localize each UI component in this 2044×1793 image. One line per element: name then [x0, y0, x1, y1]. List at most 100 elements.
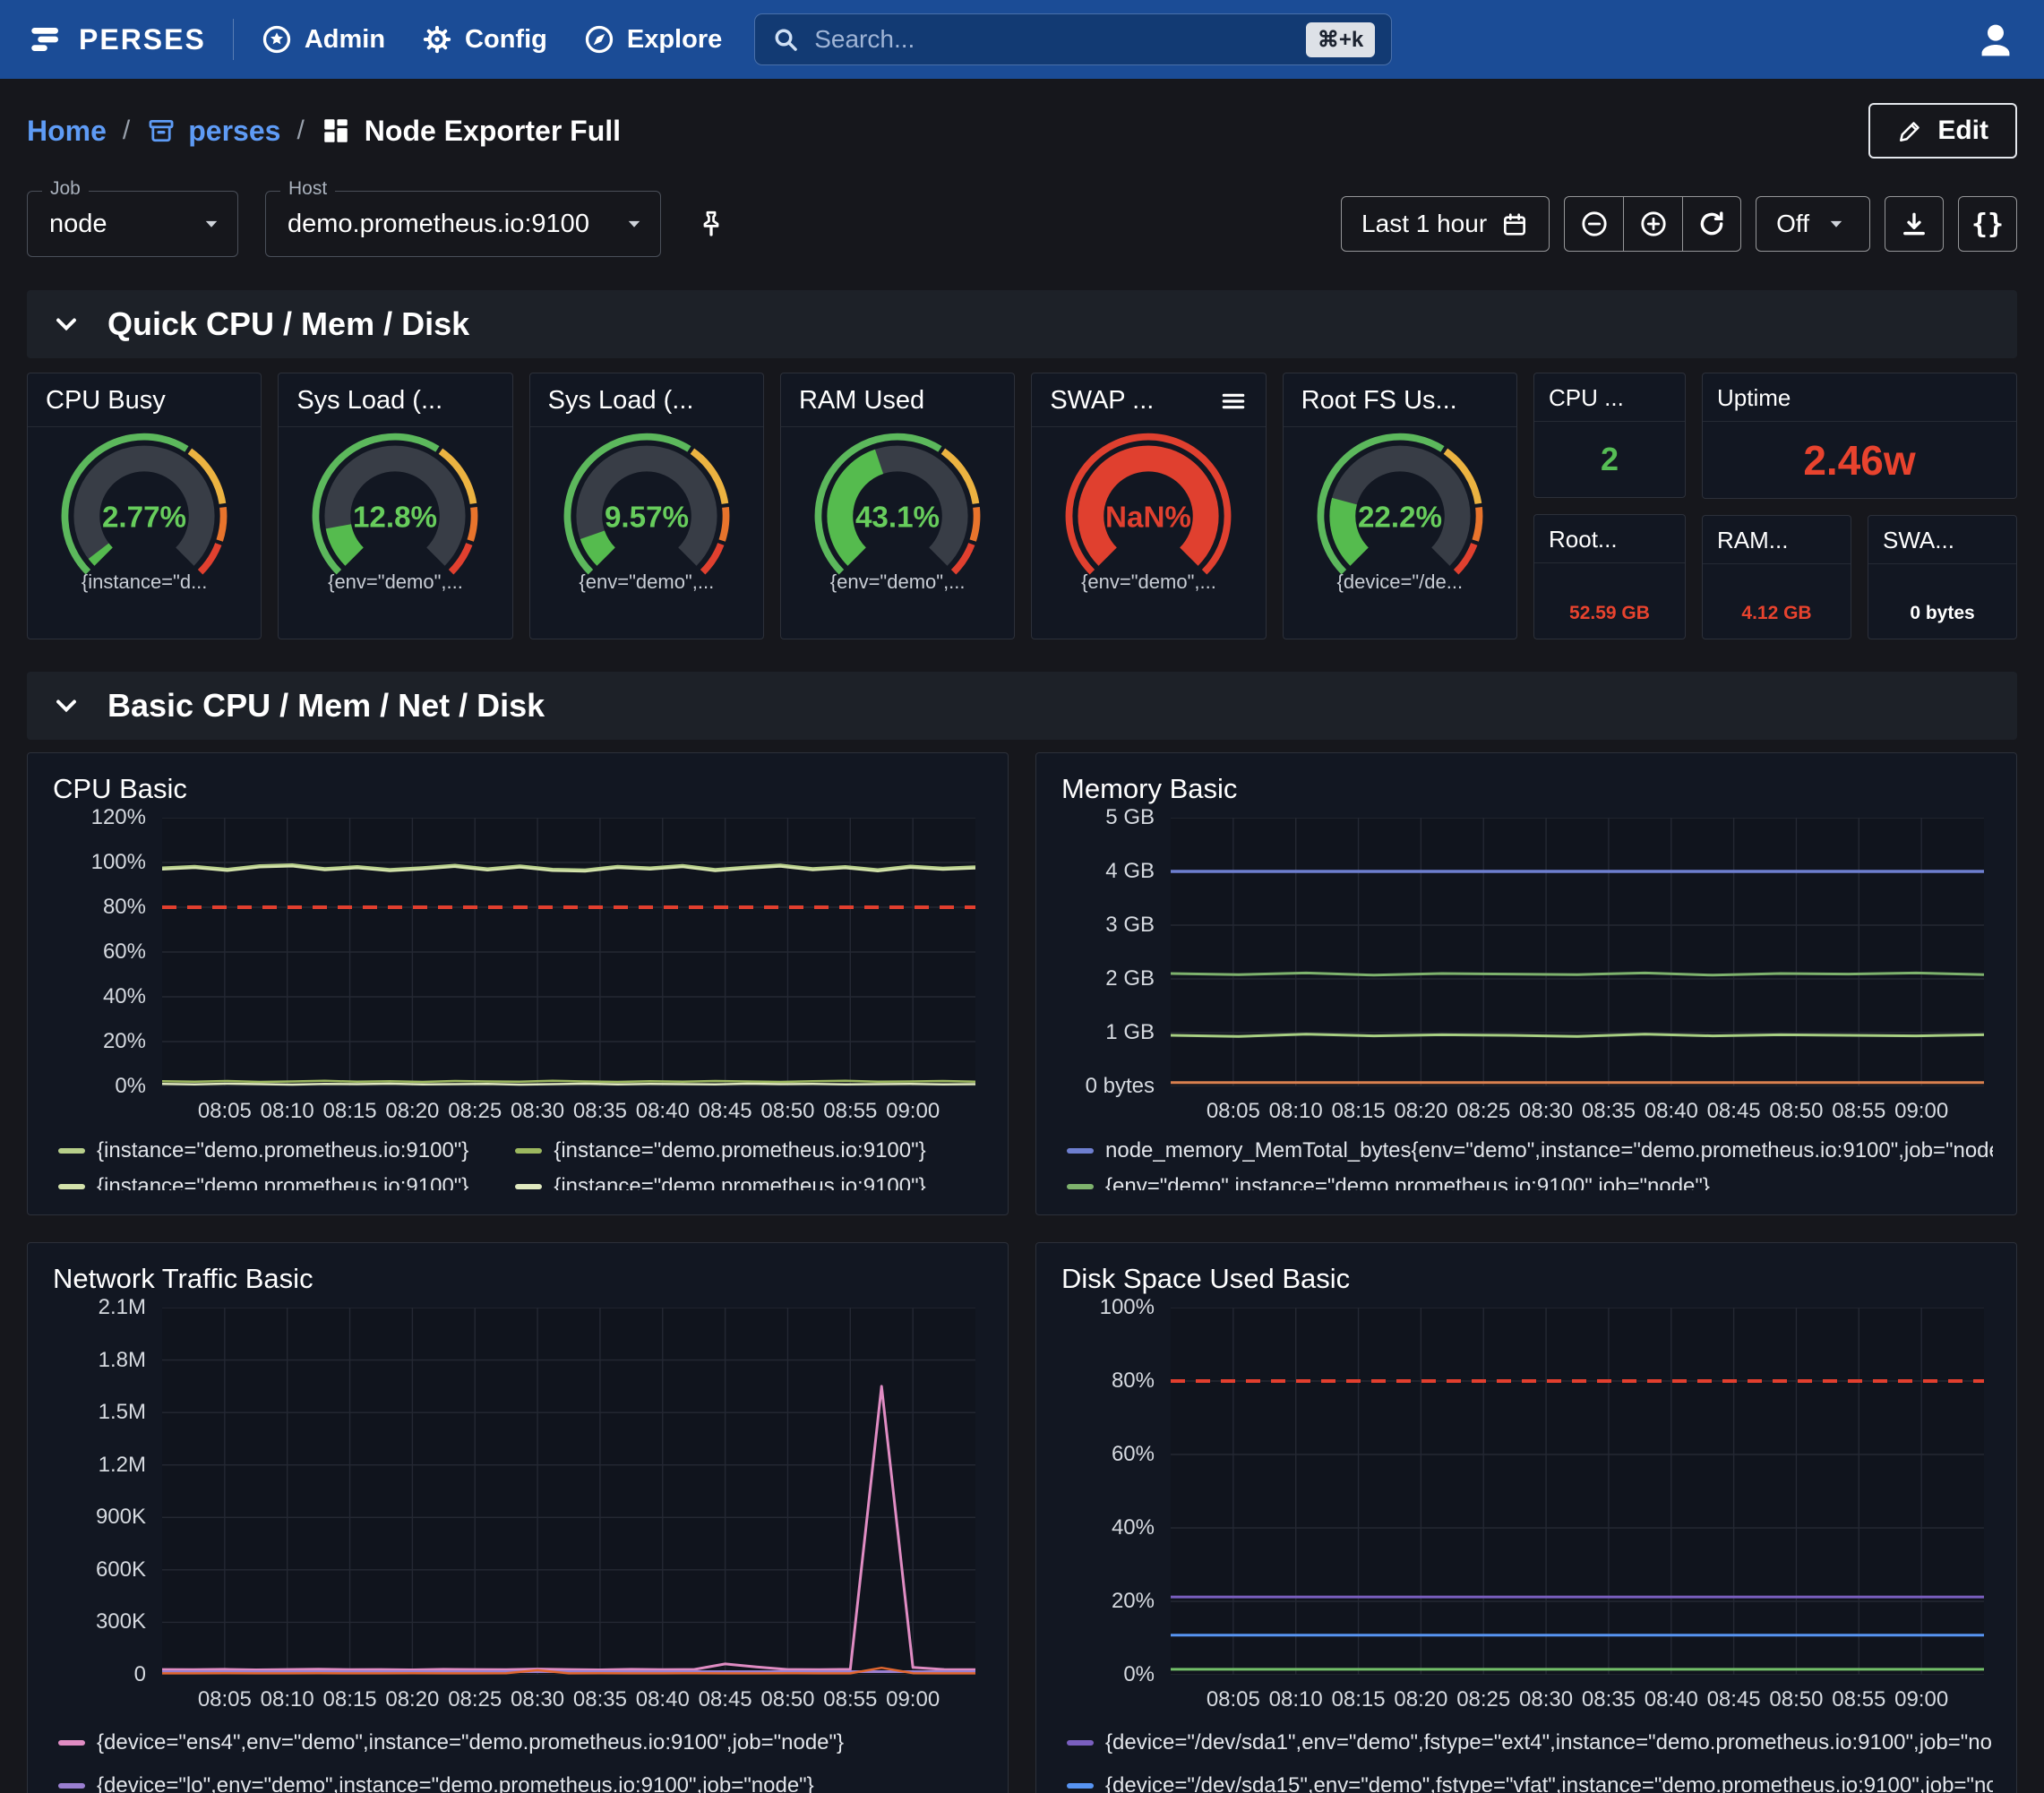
dashboard-grid-icon: [321, 116, 351, 146]
panel-title: SWAP ...: [1050, 386, 1154, 416]
breadcrumb-home-link[interactable]: Home: [27, 115, 107, 148]
download-button[interactable]: [1885, 196, 1944, 252]
x-tick-label: 08:40: [1645, 1687, 1698, 1712]
gauge-panel: CPU Busy 2.77% {instance="d...: [27, 373, 262, 639]
legend-swatch: [58, 1148, 85, 1154]
brand-name: PERSES: [79, 23, 206, 56]
avatar[interactable]: [1974, 18, 2017, 61]
gear-icon: [421, 23, 453, 56]
legend-item[interactable]: {instance="demo.prometheus.io:9100"}: [515, 1138, 925, 1163]
legend-swatch: [58, 1740, 85, 1746]
gauge: 9.57%: [530, 431, 763, 579]
x-tick-label: 08:35: [1582, 1099, 1636, 1124]
stat-panel-rootfs-total: Root... 52.59 GB: [1533, 514, 1686, 639]
legend-item[interactable]: {device="ens4",env="demo",instance="demo…: [58, 1727, 844, 1759]
edit-button[interactable]: Edit: [1868, 103, 2017, 159]
refresh-interval-select[interactable]: Off: [1756, 196, 1870, 252]
chart-plot[interactable]: [1171, 818, 1984, 1086]
time-controls: Last 1 hour: [1341, 196, 2017, 252]
legend-item[interactable]: {instance="demo.prometheus.io:9100"}: [58, 1138, 468, 1163]
panel-title: Root FS Us...: [1301, 386, 1457, 416]
x-tick-label: 09:00: [1894, 1687, 1948, 1712]
time-range-button[interactable]: Last 1 hour: [1341, 196, 1550, 252]
chart-plot[interactable]: [162, 818, 975, 1086]
legend-item[interactable]: {device="lo",env="demo",instance="demo.p…: [58, 1770, 814, 1793]
refresh-button[interactable]: [1682, 196, 1741, 252]
legend-swatch: [1067, 1783, 1094, 1789]
gauge-chart: 22.2%: [1291, 431, 1509, 579]
zoom-in-button[interactable]: [1623, 196, 1682, 252]
legend-item[interactable]: {instance="demo.prometheus.io:9100"}: [58, 1174, 468, 1190]
x-tick-label: 08:50: [760, 1099, 814, 1124]
breadcrumb-project-link[interactable]: perses: [146, 115, 280, 148]
gauge-panels: CPU Busy 2.77% {instance="d... Sys Load (..…: [27, 373, 1517, 639]
x-tick-label: 08:40: [1645, 1099, 1698, 1124]
legend-item[interactable]: {device="/dev/sda15",env="demo",fstype="…: [1067, 1770, 1993, 1793]
panel-menu-icon[interactable]: [1219, 387, 1248, 416]
legend-item[interactable]: {env="demo",instance="demo.prometheus.io…: [1067, 1174, 1710, 1190]
chart-plot[interactable]: [162, 1308, 975, 1675]
search-icon: [771, 25, 800, 54]
svg-text:2.77%: 2.77%: [102, 501, 186, 534]
legend-label: {device="ens4",env="demo",instance="demo…: [97, 1730, 844, 1755]
pin-icon: [695, 208, 727, 240]
x-tick-label: 08:10: [1269, 1099, 1323, 1124]
legend-label: {device="/dev/sda15",env="demo",fstype="…: [1105, 1773, 1993, 1793]
dashboard-toolbar: Job node Host demo.prometheus.io:9100 La…: [27, 190, 2017, 258]
chart-plot[interactable]: [1171, 1308, 1984, 1675]
legend-swatch: [1067, 1148, 1094, 1154]
panel-title: CPU Busy: [46, 386, 166, 416]
nav-item-admin[interactable]: Admin: [261, 23, 385, 56]
gauge: 2.77%: [28, 431, 261, 579]
gauge: 12.8%: [279, 431, 511, 579]
nav-item-config[interactable]: Config: [421, 23, 547, 56]
gauge: NaN%: [1032, 431, 1265, 579]
job-select[interactable]: Job node: [27, 191, 238, 257]
stat-panel-ram-total: RAM... 4.12 GB: [1702, 515, 1851, 639]
legend-label: {env="demo",instance="demo.prometheus.io…: [1105, 1174, 1710, 1190]
compass-icon: [583, 23, 615, 56]
host-select-value: demo.prometheus.io:9100: [288, 210, 589, 239]
time-range-label: Last 1 hour: [1361, 210, 1487, 238]
archive-icon: [146, 116, 176, 146]
gauge-panel: Sys Load (...9.57%{env="demo",...: [529, 373, 764, 639]
section-basic-cpu-mem-net-disk[interactable]: Basic CPU / Mem / Net / Disk: [27, 672, 2017, 740]
x-tick-label: 08:45: [1707, 1099, 1761, 1124]
x-tick-label: 08:10: [1269, 1687, 1323, 1712]
gauge-panel: Root FS Us...22.2%{device="/de...: [1283, 373, 1517, 639]
x-tick-label: 08:55: [1832, 1687, 1885, 1712]
brand[interactable]: PERSES: [27, 21, 206, 58]
person-circle-icon: [1974, 18, 2017, 61]
legend-item[interactable]: {device="/dev/sda1",env="demo",fstype="e…: [1067, 1727, 1993, 1759]
pin-button[interactable]: [688, 201, 734, 247]
download-icon: [1899, 209, 1929, 239]
gauge-panel: Sys Load (...12.8%{env="demo",...: [278, 373, 512, 639]
nav-item-label: Admin: [305, 25, 385, 55]
gauge-caption: {instance="d...: [28, 570, 261, 603]
search-input[interactable]: Search... ⌘+k: [754, 13, 1392, 65]
section-quick-cpu-mem-disk[interactable]: Quick CPU / Mem / Disk: [27, 290, 2017, 358]
x-tick-label: 08:25: [448, 1687, 502, 1712]
legend-item[interactable]: {instance="demo.prometheus.io:9100"}: [515, 1174, 925, 1190]
host-select[interactable]: Host demo.prometheus.io:9100: [265, 191, 661, 257]
svg-text:12.8%: 12.8%: [353, 501, 437, 534]
nav-item-explore[interactable]: Explore: [583, 23, 722, 56]
panel-title: SWA...: [1883, 527, 1954, 554]
legend-swatch: [515, 1184, 542, 1189]
json-embed-button[interactable]: {}: [1958, 196, 2017, 252]
svg-text:43.1%: 43.1%: [855, 501, 940, 534]
x-tick-label: 08:10: [261, 1099, 314, 1124]
x-tick-label: 08:25: [1456, 1687, 1510, 1712]
breadcrumb-dashboard: Node Exporter Full: [321, 115, 621, 148]
gauge-panel: SWAP ...NaN%{env="demo",...: [1031, 373, 1266, 639]
x-tick-label: 08:40: [636, 1687, 690, 1712]
gauge-caption: {env="demo",...: [530, 570, 763, 603]
zoom-out-button[interactable]: [1564, 196, 1623, 252]
stat-panel-swap-total: SWA... 0 bytes: [1868, 515, 2017, 639]
job-select-value: node: [49, 210, 107, 239]
legend-label: {device="lo",env="demo",instance="demo.p…: [97, 1773, 814, 1793]
legend-item[interactable]: node_memory_MemTotal_bytes{env="demo",in…: [1067, 1138, 1993, 1163]
job-select-label: Job: [42, 178, 89, 200]
x-tick-label: 08:05: [198, 1099, 252, 1124]
x-tick-label: 08:55: [823, 1099, 877, 1124]
